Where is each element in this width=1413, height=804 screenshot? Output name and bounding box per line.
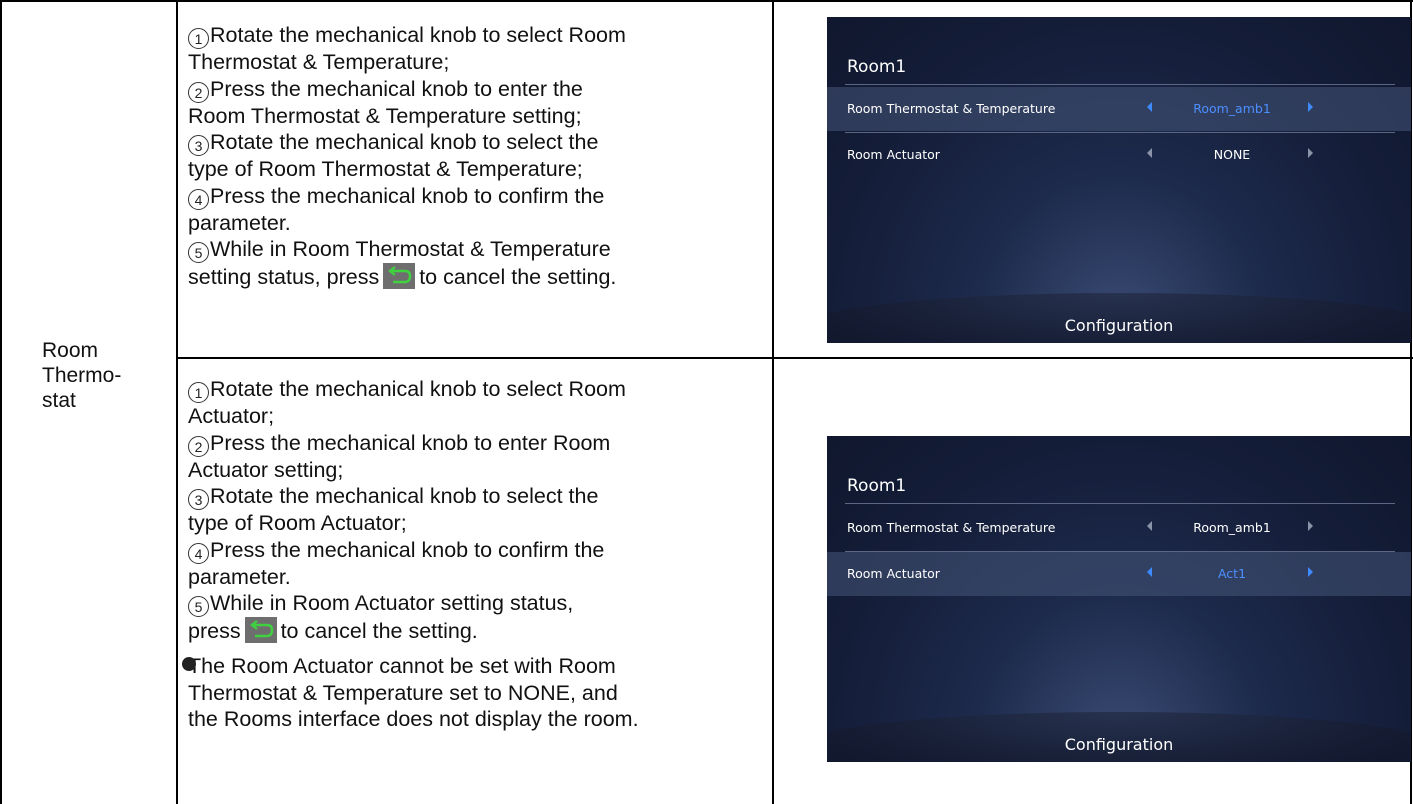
step-number-icon: 3: [188, 489, 209, 511]
screen-title: Room1: [847, 57, 907, 77]
table-top-border: [0, 0, 1413, 2]
table-middle-border: [176, 357, 1413, 359]
arrow-right-icon[interactable]: [1308, 521, 1313, 531]
step-line: 4 Press the mechanical knob to confirm th…: [188, 537, 768, 564]
table-left-border: [0, 0, 2, 804]
screen-footer-title: Configuration: [1064, 316, 1174, 335]
setting-row[interactable]: Room Thermostat & Temperature Room_amb1: [827, 87, 1411, 131]
step-continuation: Room Thermostat & Temperature setting;: [188, 103, 768, 130]
step-text: Press the mechanical knob to enter the: [210, 76, 583, 101]
arrow-right-icon[interactable]: [1308, 102, 1313, 112]
instruction-table: Room Thermo- stat 1 Rotate the mechanical…: [0, 0, 1413, 804]
step-continuation: Actuator;: [188, 403, 768, 430]
step-text: Actuator setting;: [188, 457, 344, 482]
step-continuation: Actuator setting;: [188, 457, 768, 484]
step-text: Actuator;: [188, 404, 275, 428]
step-number-icon: 1: [188, 28, 209, 49]
step-line: 1 Rotate the mechanical knob to select Ro…: [188, 22, 768, 49]
step-number-icon: 5: [188, 242, 209, 264]
step-text: Rotate the mechanical knob to select Roo…: [210, 377, 626, 401]
setting-name: Room Thermostat & Temperature: [847, 101, 1056, 116]
arrow-right-icon[interactable]: [1308, 567, 1313, 577]
arrow-left-icon[interactable]: [1147, 102, 1152, 112]
screen-title: Room1: [847, 476, 907, 496]
setting-name: Room Actuator: [847, 566, 940, 581]
note: The Room Actuator cannot be set with Roo…: [182, 653, 768, 733]
note-line: Thermostat & Temperature set to NONE, an…: [188, 680, 618, 705]
step-continuation: type of Room Thermostat & Temperature;: [188, 156, 768, 183]
step-line: 5 While in Room Actuator setting status,: [188, 590, 768, 618]
step-line: 3 Rotate the mechanical knob to select th…: [188, 129, 768, 157]
step-line: 1 Rotate the mechanical knob to select Ro…: [188, 376, 768, 403]
screen-separator: [845, 503, 1395, 504]
table-col-divider-2: [772, 0, 774, 804]
device-screen-thermostat: Room1 Room Thermostat & Temperature Room_a…: [827, 17, 1411, 343]
step-number-icon: 2: [188, 435, 209, 457]
step-number-icon: 3: [188, 135, 209, 157]
step-text: Thermostat & Temperature;: [188, 50, 450, 74]
step-text: Rotate the mechanical knob to select Roo…: [210, 23, 626, 47]
step-text: While in Room Actuator setting status,: [210, 591, 574, 616]
bullet-icon: [182, 656, 196, 671]
step-text: While in Room Thermostat & Temperature: [210, 237, 611, 262]
step-number-icon: 5: [188, 596, 209, 618]
step-text: type of Room Actuator;: [188, 511, 407, 536]
row-label: Room Thermo- stat: [42, 338, 162, 413]
setting-value: Room_amb1: [1193, 520, 1271, 535]
step-line: 5 While in Room Thermostat & Temperature: [188, 236, 768, 264]
row-label-line: Room: [42, 339, 99, 362]
step-text: Press the mechanical knob to enter Room: [210, 430, 611, 455]
note-line: the Rooms interface does not display the…: [188, 707, 639, 732]
step-line: 3 Rotate the mechanical knob to select th…: [188, 483, 768, 511]
step-cancel-line: setting status, press to cancel the setti…: [188, 263, 768, 291]
step-continuation: type of Room Actuator;: [188, 510, 768, 537]
setting-name: Room Thermostat & Temperature: [847, 520, 1056, 535]
step-text: Press the mechanical knob to confirm the: [210, 537, 605, 562]
setting-row[interactable]: Room Actuator NONE: [827, 133, 1411, 177]
arrow-left-icon[interactable]: [1147, 521, 1152, 531]
step-continuation: Thermostat & Temperature;: [188, 49, 768, 76]
step-continuation: parameter.: [188, 564, 768, 591]
row-label-line: stat: [42, 389, 76, 412]
cancel-prefix: setting status, press: [188, 265, 380, 290]
arrow-left-icon[interactable]: [1147, 567, 1152, 577]
step-text: Room Thermostat & Temperature setting;: [188, 103, 582, 128]
screen-footer-title: Configuration: [1064, 735, 1174, 754]
step-number-icon: 2: [188, 81, 209, 103]
step-number-icon: 4: [188, 542, 209, 564]
step-line: 4 Press the mechanical knob to confirm th…: [188, 183, 768, 210]
step-line: 2 Press the mechanical knob to enter Room: [188, 430, 768, 457]
back-arrow-icon: [244, 617, 277, 644]
step-cancel-line: press to cancel the setting.: [188, 617, 768, 645]
step-text: parameter.: [188, 564, 291, 589]
note-line: The Room Actuator cannot be set with Roo…: [188, 653, 616, 678]
cancel-prefix: press: [188, 619, 241, 644]
step-number-icon: 1: [188, 382, 209, 403]
arrow-right-icon[interactable]: [1308, 148, 1313, 158]
device-screen-actuator: Room1 Room Thermostat & Temperature Room_a…: [827, 436, 1411, 762]
step-continuation: parameter.: [188, 210, 768, 237]
table-col-divider-1: [176, 0, 178, 804]
step-number-icon: 4: [188, 188, 209, 210]
instructions-room-actuator: 1 Rotate the mechanical knob to select Ro…: [182, 376, 768, 733]
instructions-room-thermostat: 1 Rotate the mechanical knob to select Ro…: [188, 22, 768, 291]
setting-value: Act1: [1217, 566, 1247, 581]
cancel-suffix: to cancel the setting.: [419, 265, 617, 290]
cancel-suffix: to cancel the setting.: [280, 619, 478, 644]
screen-separator: [845, 84, 1395, 85]
step-text: parameter.: [188, 210, 291, 235]
step-text: type of Room Thermostat & Temperature;: [188, 157, 583, 182]
arrow-left-icon[interactable]: [1147, 148, 1152, 158]
setting-row[interactable]: Room Thermostat & Temperature Room_amb1: [827, 506, 1411, 550]
setting-name: Room Actuator: [847, 147, 940, 162]
step-text: Rotate the mechanical knob to select the: [210, 484, 599, 509]
step-text: Rotate the mechanical knob to select the: [210, 130, 599, 155]
step-line: 2 Press the mechanical knob to enter the: [188, 76, 768, 103]
setting-value: NONE: [1213, 147, 1251, 162]
row-label-line: Thermo-: [42, 364, 122, 387]
setting-row[interactable]: Room Actuator Act1: [827, 552, 1411, 596]
step-text: Press the mechanical knob to confirm the: [210, 183, 605, 208]
back-arrow-icon: [383, 263, 416, 290]
setting-value: Room_amb1: [1193, 101, 1271, 116]
